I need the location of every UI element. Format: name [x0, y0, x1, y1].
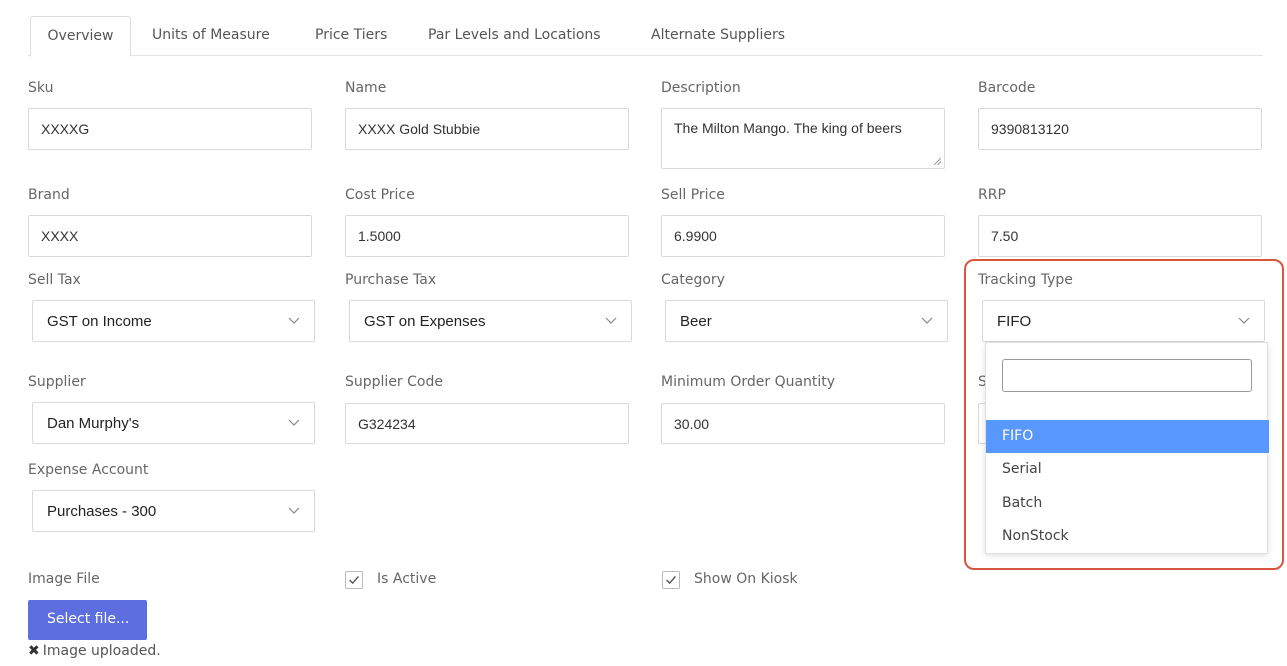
- min-order-qty-label: Minimum Order Quantity: [661, 374, 836, 390]
- chevron-down-icon: [288, 507, 300, 514]
- supplier-code-label: Supplier Code: [345, 374, 443, 390]
- purchase-tax-value: GST on Expenses: [364, 312, 486, 330]
- close-icon: ✖: [28, 643, 40, 659]
- name-label: Name: [345, 80, 387, 96]
- show-on-kiosk-label: Show On Kiosk: [694, 571, 798, 587]
- supplier-select[interactable]: Dan Murphy's: [32, 402, 315, 444]
- sell-tax-value: GST on Income: [47, 312, 152, 330]
- tab-par-levels-and-locations[interactable]: Par Levels and Locations: [428, 16, 601, 56]
- rrp-label: RRP: [978, 187, 1006, 203]
- category-label: Category: [661, 272, 725, 288]
- purchase-tax-label: Purchase Tax: [345, 272, 437, 288]
- sku-input[interactable]: XXXXG: [28, 108, 312, 150]
- annotation-highlight: [964, 259, 1284, 570]
- cost-price-input[interactable]: 1.5000: [345, 215, 629, 257]
- checkmark-icon: [666, 575, 676, 585]
- tab-units-of-measure[interactable]: Units of Measure: [152, 16, 270, 56]
- is-active-checkbox[interactable]: [345, 571, 363, 589]
- tab-alternate-suppliers[interactable]: Alternate Suppliers: [651, 16, 785, 56]
- checkmark-icon: [349, 575, 359, 585]
- expense-account-select[interactable]: Purchases - 300: [32, 490, 315, 532]
- chevron-down-icon: [921, 317, 933, 324]
- description-text: The Milton Mango. The king of beers: [674, 120, 902, 136]
- sell-tax-select[interactable]: GST on Income: [32, 300, 315, 342]
- chevron-down-icon: [605, 317, 617, 324]
- category-select[interactable]: Beer: [665, 300, 948, 342]
- sku-label: Sku: [28, 80, 54, 96]
- description-label: Description: [661, 80, 741, 96]
- show-on-kiosk-checkbox[interactable]: [662, 571, 680, 589]
- purchase-tax-select[interactable]: GST on Expenses: [349, 300, 632, 342]
- chevron-down-icon: [288, 419, 300, 426]
- brand-input[interactable]: XXXX: [28, 215, 312, 257]
- sell-price-label: Sell Price: [661, 187, 725, 203]
- sell-tax-label: Sell Tax: [28, 272, 81, 288]
- upload-status-text: Image uploaded.: [42, 643, 161, 659]
- supplier-label: Supplier: [28, 374, 86, 390]
- cost-price-label: Cost Price: [345, 187, 415, 203]
- is-active-label: Is Active: [377, 571, 437, 587]
- expense-account-label: Expense Account: [28, 462, 149, 478]
- expense-account-value: Purchases - 300: [47, 502, 157, 520]
- min-order-qty-input[interactable]: 30.00: [661, 403, 945, 444]
- barcode-label: Barcode: [978, 80, 1036, 96]
- rrp-input[interactable]: 7.50: [978, 215, 1262, 257]
- supplier-value: Dan Murphy's: [47, 414, 140, 432]
- supplier-code-input[interactable]: G324234: [345, 403, 629, 444]
- upload-status: ✖ Image uploaded.: [28, 643, 161, 659]
- description-textarea[interactable]: The Milton Mango. The king of beers: [661, 108, 945, 169]
- barcode-input[interactable]: 9390813120: [978, 108, 1262, 150]
- sell-price-input[interactable]: 6.9900: [661, 215, 945, 257]
- tab-bar: Overview Units of Measure Price Tiers Pa…: [28, 16, 1263, 57]
- tab-price-tiers[interactable]: Price Tiers: [315, 16, 387, 56]
- brand-label: Brand: [28, 187, 70, 203]
- image-file-label: Image File: [28, 571, 100, 587]
- resize-grip-icon[interactable]: [934, 158, 941, 165]
- name-input[interactable]: XXXX Gold Stubbie: [345, 108, 629, 150]
- select-file-button[interactable]: Select file...: [28, 600, 147, 640]
- category-value: Beer: [680, 312, 712, 330]
- tab-overview[interactable]: Overview: [30, 16, 131, 57]
- chevron-down-icon: [288, 317, 300, 324]
